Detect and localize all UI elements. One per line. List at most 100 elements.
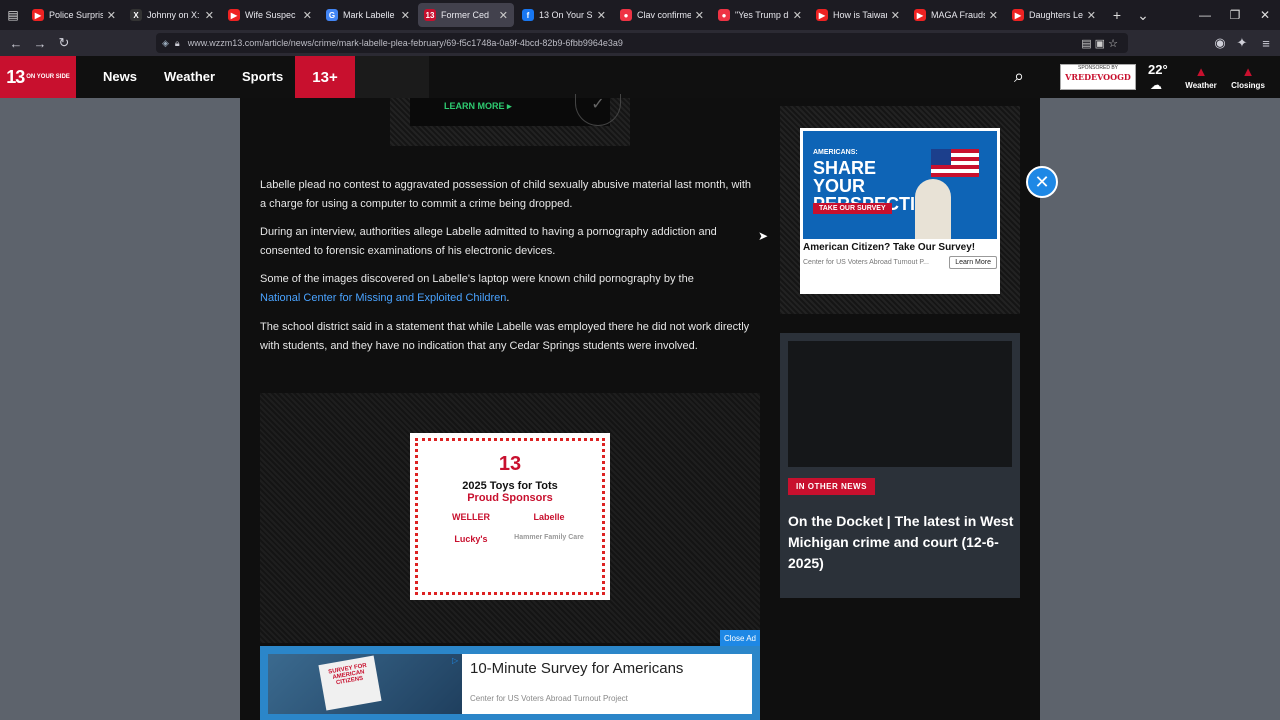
tab-close-icon[interactable]: ✕ bbox=[1087, 9, 1096, 22]
tab-label: How is Taiwan b bbox=[833, 10, 887, 20]
weather-alert[interactable]: ▲ Weather bbox=[1181, 64, 1221, 90]
browser-tab[interactable]: ▶ MAGA Fraudster ✕ bbox=[908, 3, 1004, 27]
side-ad-container: AMERICANS: SHARE YOUR PERSPECTIVE TAKE O… bbox=[780, 106, 1020, 314]
sponsor-logo: Lucky's bbox=[454, 534, 488, 544]
tab-close-icon[interactable]: ✕ bbox=[303, 9, 312, 22]
other-news-headline[interactable]: On the Docket | The latest in West Michi… bbox=[788, 511, 1016, 574]
sponsor-badge[interactable]: SPONSORED BY VREDEVOOGD bbox=[1060, 64, 1136, 90]
article-paragraph: During an interview, authorities allege … bbox=[260, 226, 717, 257]
nav-spacer bbox=[355, 56, 429, 98]
site-header: 13 ON YOUR SIDE News Weather Sports 13+ ⌕… bbox=[0, 56, 1280, 98]
tab-label: MAGA Fraudster bbox=[931, 10, 985, 20]
top-ad[interactable]: LEARN MORE ▸ ✓ bbox=[390, 94, 630, 146]
browser-tab[interactable]: ● "Yes Trump did s ✕ bbox=[712, 3, 808, 27]
closings-alert[interactable]: ▲ Closings bbox=[1228, 64, 1268, 90]
tab-close-icon[interactable]: ✕ bbox=[107, 9, 116, 22]
ad-source: Center for US Voters Abroad Turnout P... bbox=[803, 259, 929, 266]
tab-favicon-icon: ▶ bbox=[1012, 9, 1024, 21]
url-text: www.wzzm13.com/article/news/crime/mark-l… bbox=[187, 38, 623, 48]
browser-tab[interactable]: ● Clav confirmed t ✕ bbox=[614, 3, 710, 27]
tab-close-icon[interactable]: ✕ bbox=[205, 9, 214, 22]
close-window-icon[interactable]: ✕ bbox=[1250, 0, 1280, 30]
account-icon[interactable]: ◉ bbox=[1208, 35, 1232, 51]
tab-favicon-icon: ▶ bbox=[228, 9, 240, 21]
tab-label: Johnny on X: "Po bbox=[147, 10, 201, 20]
tab-close-icon[interactable]: ✕ bbox=[695, 9, 704, 22]
url-bar[interactable]: ◈ 🔒︎ www.wzzm13.com/article/news/crime/m… bbox=[156, 33, 1128, 53]
tab-close-icon[interactable]: ✕ bbox=[597, 9, 606, 22]
close-ad-x-icon[interactable]: ✕ bbox=[1026, 166, 1058, 198]
browser-tab[interactable]: ▶ How is Taiwan b ✕ bbox=[810, 3, 906, 27]
nav-news[interactable]: News bbox=[103, 69, 137, 84]
tab-favicon-icon: ▶ bbox=[816, 9, 828, 21]
tab-close-icon[interactable]: ✕ bbox=[401, 9, 410, 22]
tab-list-icon[interactable]: ▤ bbox=[0, 0, 26, 30]
tab-overflow-chevron-icon[interactable]: ⌄ bbox=[1130, 7, 1156, 24]
browser-tab[interactable]: X Johnny on X: "Po ✕ bbox=[124, 3, 220, 27]
nav-sports[interactable]: Sports bbox=[242, 69, 283, 84]
tab-favicon-icon: 13 bbox=[424, 9, 436, 21]
tab-favicon-icon: X bbox=[130, 9, 142, 21]
nav-weather[interactable]: Weather bbox=[164, 69, 215, 84]
browser-tab[interactable]: ▶ Wife Suspec ✕ bbox=[222, 3, 318, 27]
browser-tab-bar: ▤ ▶Police Surprise S✕XJohnny on X: "Po✕▶… bbox=[0, 0, 1280, 30]
person-image bbox=[915, 179, 951, 239]
ad-image: AMERICANS: SHARE YOUR PERSPECTIVE TAKE O… bbox=[803, 131, 997, 239]
video-thumbnail[interactable] bbox=[788, 341, 1012, 467]
reload-icon[interactable]: ↻ bbox=[52, 35, 76, 51]
ad-logo: 13 bbox=[498, 453, 522, 475]
article-paragraph: The school district said in a statement … bbox=[260, 321, 750, 352]
close-ad-button[interactable]: Close Ad bbox=[720, 630, 760, 646]
tab-close-icon[interactable]: ✕ bbox=[793, 9, 802, 22]
tab-label: Police Surprise S bbox=[49, 10, 103, 20]
forward-icon[interactable]: → bbox=[28, 36, 52, 51]
extensions-icon[interactable]: ✦ bbox=[1230, 35, 1254, 51]
ad-source: Center for US Voters Abroad Turnout Proj… bbox=[470, 694, 628, 703]
learn-more-button[interactable]: Learn More bbox=[949, 256, 997, 269]
adchoices-icon[interactable]: ▷ bbox=[452, 656, 458, 665]
toys-for-tots-ad[interactable]: 13 2025 Toys for Tots Proud Sponsors WEL… bbox=[410, 433, 610, 600]
browser-tab[interactable]: ▶ Daughters Lead ✕ bbox=[1006, 3, 1102, 27]
ncmec-link[interactable]: National Center for Missing and Exploite… bbox=[260, 292, 506, 304]
ad-image: SURVEY FOR AMERICAN CITIZENS ▷ bbox=[268, 654, 462, 714]
back-icon[interactable]: ← bbox=[4, 36, 28, 51]
menu-icon[interactable]: ≡ bbox=[1254, 36, 1278, 51]
reader-bookmark-icons[interactable]: ▤ ▣ ☆ bbox=[1081, 37, 1118, 50]
survey-side-ad[interactable]: AMERICANS: SHARE YOUR PERSPECTIVE TAKE O… bbox=[800, 128, 1000, 294]
search-icon[interactable]: ⌕ bbox=[1014, 66, 1024, 87]
sponsor-logo: Hammer Family Care bbox=[514, 534, 584, 541]
alert-icon: ▲ bbox=[1194, 64, 1208, 79]
shield-icon: ◈ bbox=[162, 37, 169, 48]
tab-favicon-icon: G bbox=[326, 9, 338, 21]
site-logo[interactable]: 13 ON YOUR SIDE bbox=[0, 56, 76, 98]
tab-close-icon[interactable]: ✕ bbox=[891, 9, 900, 22]
browser-tab[interactable]: G Mark Labelle - G ✕ bbox=[320, 3, 416, 27]
survey-banner-ad[interactable]: SURVEY FOR AMERICAN CITIZENS ▷ 10-Minute… bbox=[260, 646, 760, 720]
flag-icon bbox=[931, 149, 979, 177]
article-paragraph: Some of the images discovered on Labelle… bbox=[260, 273, 694, 304]
tab-label: 13 On Your Side bbox=[539, 10, 593, 20]
ad-caption: American Citizen? Take Our Survey! bbox=[803, 242, 976, 253]
check-icon: ✓ bbox=[575, 94, 621, 126]
tab-close-icon[interactable]: ✕ bbox=[989, 9, 998, 22]
sponsor-logo: WELLER bbox=[452, 512, 490, 522]
new-tab-icon[interactable]: + bbox=[1104, 7, 1130, 23]
tab-close-icon[interactable]: ✕ bbox=[499, 9, 508, 22]
nav-13-plus[interactable]: 13+ bbox=[295, 56, 355, 98]
browser-tab[interactable]: f 13 On Your Side ✕ bbox=[516, 3, 612, 27]
minimize-icon[interactable]: — bbox=[1190, 0, 1220, 30]
tab-label: Clav confirmed t bbox=[637, 10, 691, 20]
learn-more-link[interactable]: LEARN MORE ▸ bbox=[444, 101, 512, 112]
restore-icon[interactable]: ❐ bbox=[1220, 0, 1250, 30]
weather-cloud-icon: ☁ bbox=[1150, 78, 1162, 92]
ad-title[interactable]: 10-Minute Survey for Americans bbox=[470, 660, 683, 677]
toys-ad-container: 13 2025 Toys for Tots Proud Sponsors WEL… bbox=[260, 393, 760, 643]
browser-tab[interactable]: ▶ Police Surprise S ✕ bbox=[26, 3, 122, 27]
browser-nav-bar: ← → ↻ ◈ 🔒︎ www.wzzm13.com/article/news/c… bbox=[0, 30, 1280, 56]
tab-favicon-icon: ● bbox=[620, 9, 632, 21]
browser-tab[interactable]: 13 Former Ced ✕ bbox=[418, 3, 514, 27]
other-news-card[interactable]: IN OTHER NEWS On the Docket | The latest… bbox=[780, 333, 1020, 598]
temperature[interactable]: 22° bbox=[1148, 62, 1168, 77]
tab-label: Former Ced bbox=[441, 10, 490, 20]
tab-label: "Yes Trump did s bbox=[735, 10, 789, 20]
